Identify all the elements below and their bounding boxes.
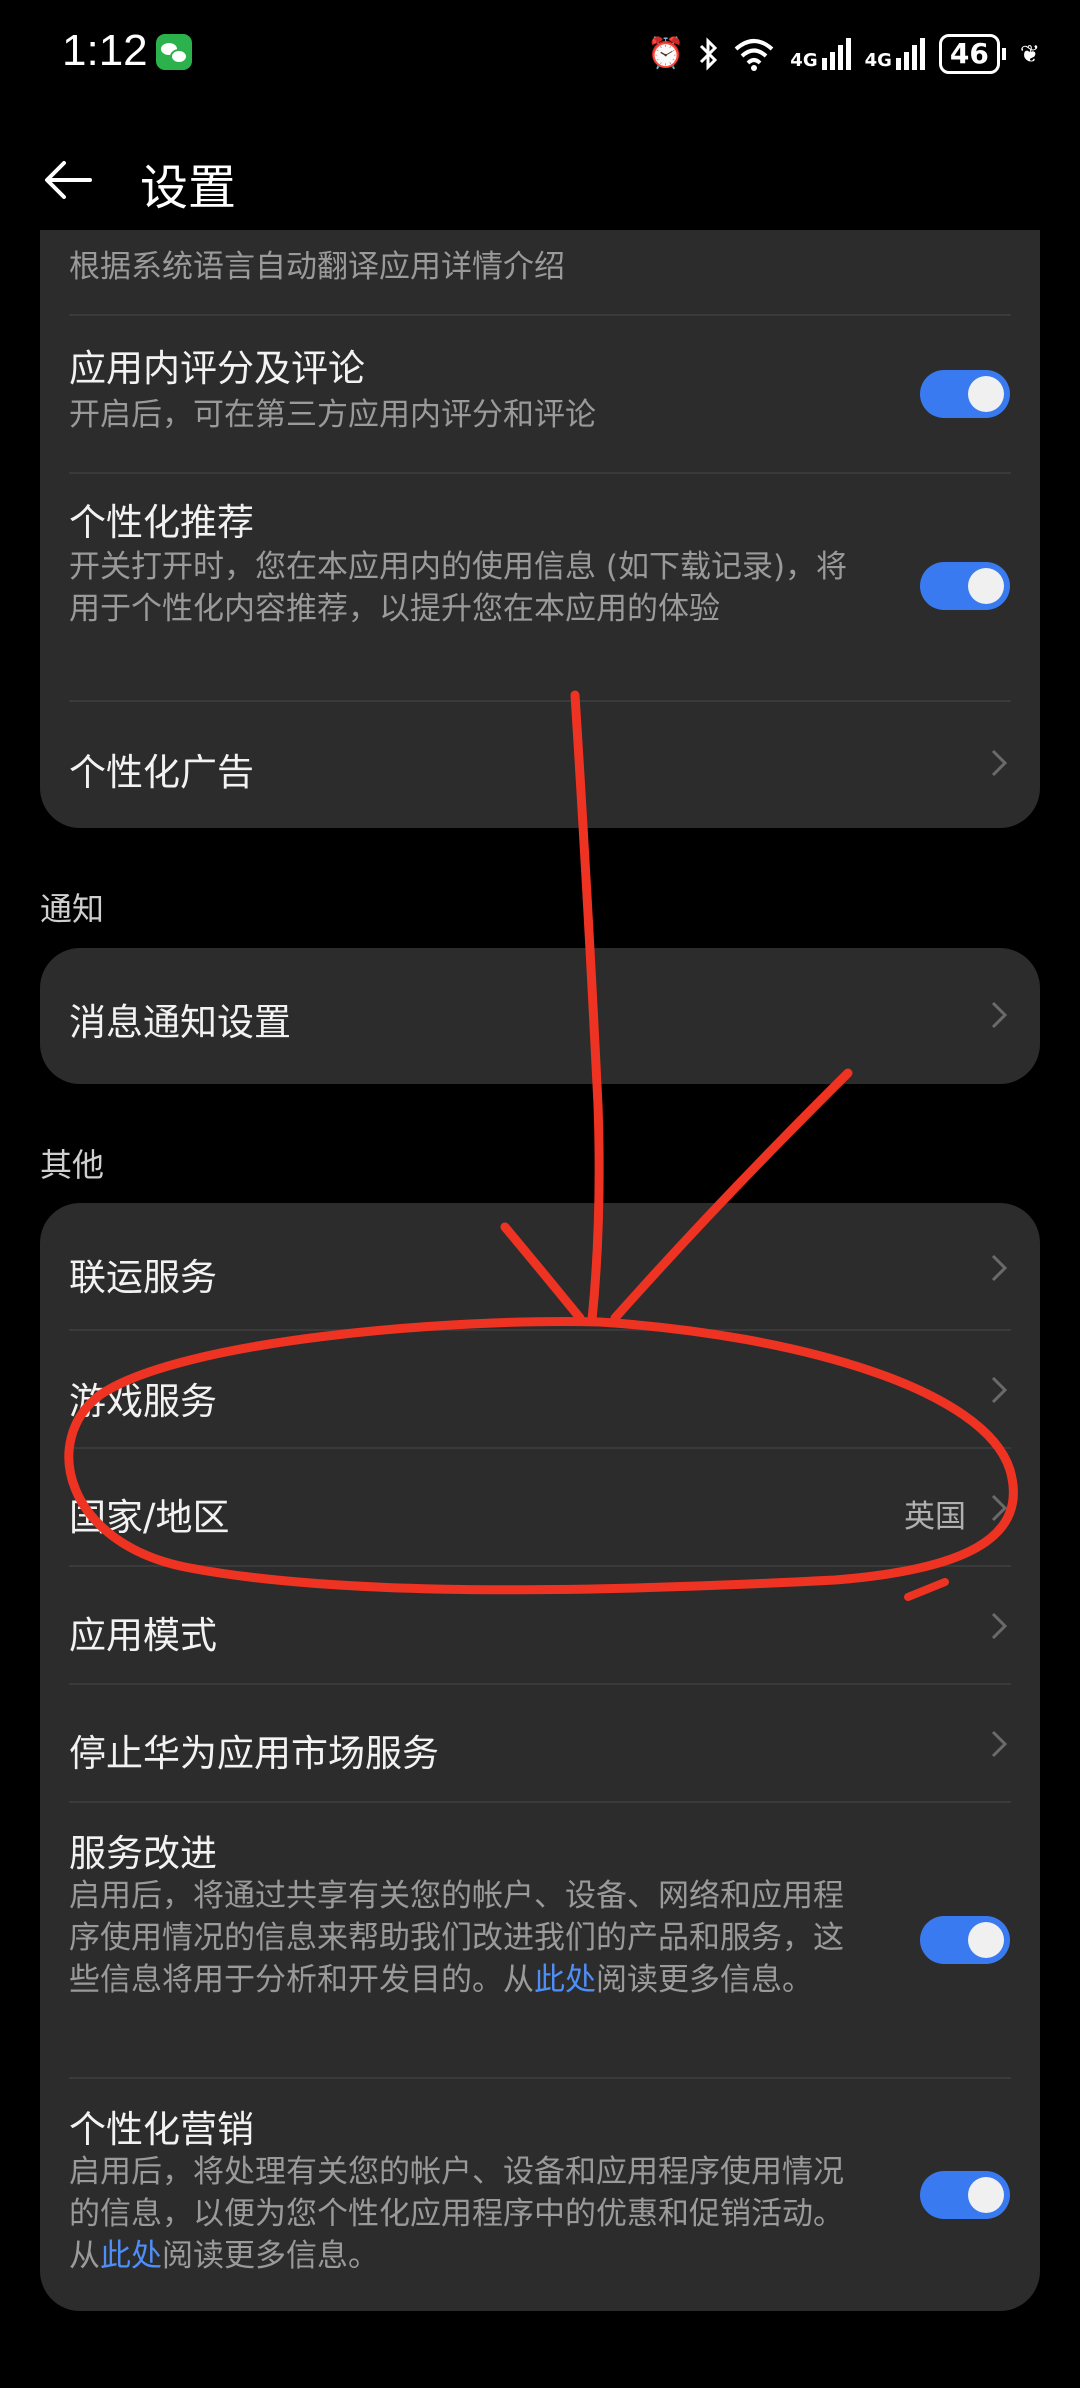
personalized-recommendation-toggle[interactable] xyxy=(920,562,1010,610)
section-title-other: 其他 xyxy=(40,1146,105,1184)
auto-translate-label: 根据系统语言自动翻译应用详情介绍 xyxy=(69,249,565,285)
wechat-notification-icon xyxy=(156,34,192,70)
status-icons: ⏰ 4G 4G 46 ❦ xyxy=(647,30,1040,78)
battery-icon: 46 xyxy=(938,34,1000,74)
in-app-rating-toggle[interactable] xyxy=(920,370,1010,418)
personalized-recommendation-desc: 开关打开时，您在本应用内的使用信息 (如下载记录)，将用于个性化内容推荐，以提升… xyxy=(69,549,848,627)
personalized-marketing-label: 个性化营销 xyxy=(69,2108,254,2151)
service-improvement-desc-tail: 阅读更多信息。 xyxy=(596,1962,813,1998)
stop-appgallery-service-label: 停止华为应用市场服务 xyxy=(69,1732,439,1775)
other-settings-card: 联运服务 游戏服务 国家/地区 英国 应用模式 停止华为应用市场服务 服务改进 … xyxy=(40,1203,1040,2311)
privacy-settings-card: 根据系统语言自动翻译应用详情介绍 应用内评分及评论 开启后，可在第三方应用内评分… xyxy=(40,230,1040,828)
chevron-right-icon xyxy=(991,1254,1008,1282)
auto-translate-row[interactable]: 根据系统语言自动翻译应用详情介绍 xyxy=(40,230,1040,314)
country-region-row[interactable]: 国家/地区 英国 xyxy=(40,1449,1040,1565)
in-app-rating-desc: 开启后，可在第三方应用内评分和评论 xyxy=(69,397,596,433)
service-improvement-row[interactable]: 服务改进 启用后，将通过共享有关您的帐户、设备、网络和应用程序使用情况的信息来帮… xyxy=(40,1803,1040,2077)
clock: 1:12 xyxy=(62,26,148,75)
personalized-marketing-desc-tail: 阅读更多信息。 xyxy=(162,2238,379,2274)
chevron-right-icon xyxy=(991,1376,1008,1404)
joint-operation-service-row[interactable]: 联运服务 xyxy=(40,1203,1040,1329)
notification-settings-label: 消息通知设置 xyxy=(69,1001,291,1044)
service-improvement-toggle[interactable] xyxy=(920,1916,1010,1964)
app-bar: 设置 xyxy=(0,130,1080,230)
chevron-right-icon xyxy=(991,749,1008,777)
personalized-ads-row[interactable]: 个性化广告 xyxy=(40,702,1040,828)
chevron-right-icon xyxy=(991,1494,1008,1522)
page-title: 设置 xyxy=(140,160,237,216)
personalized-marketing-row[interactable]: 个性化营销 启用后，将处理有关您的帐户、设备和应用程序使用情况的信息，以便为您个… xyxy=(40,2079,1040,2311)
in-app-rating-row[interactable]: 应用内评分及评论 开启后，可在第三方应用内评分和评论 xyxy=(40,316,1040,472)
game-service-label: 游戏服务 xyxy=(69,1380,217,1423)
joint-operation-service-label: 联运服务 xyxy=(69,1256,217,1299)
bluetooth-icon xyxy=(700,37,718,71)
cellular-signal-1-icon: 4G xyxy=(790,38,851,70)
personalized-recommendation-row[interactable]: 个性化推荐 开关打开时，您在本应用内的使用信息 (如下载记录)，将用于个性化内容… xyxy=(40,474,1040,700)
app-mode-row[interactable]: 应用模式 xyxy=(40,1567,1040,1683)
cellular-signal-2-icon: 4G xyxy=(865,38,925,70)
section-title-notify: 通知 xyxy=(40,890,105,928)
personalized-recommendation-label: 个性化推荐 xyxy=(69,501,254,544)
in-app-rating-label: 应用内评分及评论 xyxy=(69,347,365,390)
app-mode-label: 应用模式 xyxy=(69,1614,217,1657)
service-improvement-more-link[interactable]: 此处 xyxy=(534,1962,596,1998)
battery-tip xyxy=(1001,48,1006,60)
chevron-right-icon xyxy=(991,1612,1008,1640)
status-bar: 1:12 ⏰ 4G 4G 46 ❦ xyxy=(0,0,1080,110)
personalized-marketing-more-link[interactable]: 此处 xyxy=(100,2238,162,2274)
chevron-right-icon xyxy=(991,1001,1008,1029)
country-region-value: 英国 xyxy=(904,1499,966,1535)
service-improvement-label: 服务改进 xyxy=(69,1832,217,1875)
alarm-icon: ⏰ xyxy=(646,36,685,71)
service-improvement-desc: 启用后，将通过共享有关您的帐户、设备、网络和应用程序使用情况的信息来帮助我们改进… xyxy=(69,1875,859,2001)
notification-card: 消息通知设置 xyxy=(40,948,1040,1084)
wifi-icon xyxy=(734,39,774,71)
leaf-icon: ❦ xyxy=(1019,40,1040,68)
back-arrow-icon[interactable] xyxy=(38,150,98,210)
personalized-ads-label: 个性化广告 xyxy=(69,751,254,794)
stop-appgallery-service-row[interactable]: 停止华为应用市场服务 xyxy=(40,1685,1040,1801)
chevron-right-icon xyxy=(991,1730,1008,1758)
country-region-label: 国家/地区 xyxy=(69,1496,230,1539)
personalized-marketing-desc: 启用后，将处理有关您的帐户、设备和应用程序使用情况的信息，以便为您个性化应用程序… xyxy=(69,2151,859,2277)
notification-settings-row[interactable]: 消息通知设置 xyxy=(40,948,1040,1084)
game-service-row[interactable]: 游戏服务 xyxy=(40,1331,1040,1447)
personalized-marketing-toggle[interactable] xyxy=(920,2171,1010,2219)
